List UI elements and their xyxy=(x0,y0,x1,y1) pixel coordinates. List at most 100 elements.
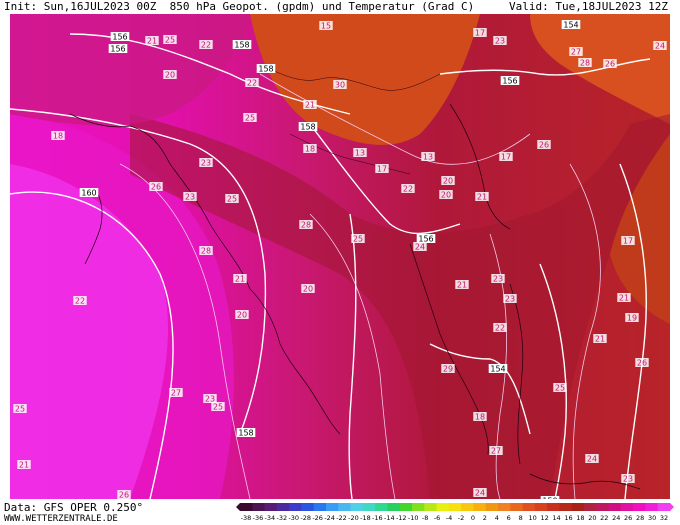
geopotential-label: 154 xyxy=(561,20,581,30)
temperature-label-text: 18 xyxy=(53,132,63,141)
temperature-label-text: 23 xyxy=(505,295,515,304)
temperature-label-text: 26 xyxy=(605,60,615,69)
colorbar-tick-label: -12 xyxy=(396,514,407,522)
temperature-label-text: 20 xyxy=(303,285,313,294)
header-bar: Init: Sun,16JUL2023 00Z 850 hPa Geopot. … xyxy=(0,0,680,14)
header-title-left: Init: Sun,16JUL2023 00Z 850 hPa Geopot. … xyxy=(4,0,474,14)
temperature-label: 22 xyxy=(401,184,415,194)
colorbar-tick-label: -18 xyxy=(360,514,371,522)
temperature-label: 27 xyxy=(489,446,503,456)
colorbar-segment xyxy=(485,503,499,511)
geopotential-label-text: 154 xyxy=(490,365,505,374)
colorbar-tick-label: -36 xyxy=(253,514,264,522)
temperature-label: 22 xyxy=(493,323,507,333)
colorbar-segment xyxy=(510,503,524,511)
geopotential-label-text: 156 xyxy=(110,45,125,54)
temperature-label-text: 24 xyxy=(655,42,665,51)
temperature-label-text: 24 xyxy=(415,243,425,252)
colorbar-segment xyxy=(424,503,438,511)
temperature-label: 21 xyxy=(617,293,631,303)
temperature-label: 27 xyxy=(169,388,183,398)
colorbar-tick-label: 2 xyxy=(483,514,487,522)
temperature-label: 26 xyxy=(603,59,617,69)
data-source: Data: GFS OPER 0.250° xyxy=(4,501,144,514)
temperature-label-text: 17 xyxy=(475,29,485,38)
temperature-label-text: 23 xyxy=(201,159,211,168)
temperature-label: 21 xyxy=(475,192,489,202)
colorbar-segment xyxy=(584,503,597,511)
colorbar-tick-label: 16 xyxy=(564,514,572,522)
geopotential-label-text: 158 xyxy=(300,123,315,132)
colorbar-arrow-right xyxy=(670,503,674,511)
temperature-label-text: 22 xyxy=(247,79,257,88)
colorbar-tick-label: 6 xyxy=(507,514,511,522)
geopotential-label-text: 156 xyxy=(112,33,127,42)
temperature-label: 26 xyxy=(117,490,131,499)
temperature-label: 29 xyxy=(441,364,455,374)
temperature-label-text: 22 xyxy=(403,185,413,194)
temperature-label: 23 xyxy=(491,274,505,284)
temperature-label-text: 17 xyxy=(377,165,387,174)
colorbar-tick-label: 32 xyxy=(660,514,668,522)
geopotential-label-text: 150 xyxy=(542,497,557,500)
colorbar-tick-label: -6 xyxy=(434,514,440,522)
temperature-label-text: 20 xyxy=(441,191,451,200)
init-time: Init: Sun,16JUL2023 00Z xyxy=(4,0,157,13)
colorbar-segment xyxy=(522,503,536,511)
temperature-label: 18 xyxy=(51,131,65,141)
colorbar-tick-label: -4 xyxy=(446,514,452,522)
temperature-label-text: 26 xyxy=(637,359,647,368)
temperature-label: 21 xyxy=(17,460,31,470)
weather-map-page: Init: Sun,16JUL2023 00Z 850 hPa Geopot. … xyxy=(0,0,680,525)
geopotential-label-text: 160 xyxy=(81,189,96,198)
colorbar-tick-label: 20 xyxy=(588,514,596,522)
geopotential-label: 158 xyxy=(236,428,256,438)
temperature-label-text: 21 xyxy=(595,335,605,344)
temperature-label-text: 21 xyxy=(235,275,245,284)
temperature-label-text: 20 xyxy=(443,177,453,186)
temperature-label: 24 xyxy=(585,454,599,464)
temperature-label: 22 xyxy=(245,78,259,88)
temperature-label-text: 30 xyxy=(335,81,345,90)
temperature-label: 21 xyxy=(233,274,247,284)
valid-time: Valid: Tue,18JUL2023 12Z xyxy=(509,0,668,13)
temperature-label: 21 xyxy=(593,334,607,344)
colorbar-segment xyxy=(301,503,315,511)
colorbar-tick-label: 10 xyxy=(528,514,536,522)
colorbar-segment xyxy=(412,503,425,511)
temperature-map: 15 17 23 25 22 21 18 20 27 28 26 24 30 25 17 13 20 22 21 28… xyxy=(10,14,670,499)
colorbar-segment xyxy=(387,503,401,511)
temperature-label-text: 22 xyxy=(201,41,211,50)
temperature-label: 20 xyxy=(235,310,249,320)
temperature-label-text: 22 xyxy=(495,324,505,333)
temperature-label-text: 18 xyxy=(475,413,485,422)
temperature-label: 17 xyxy=(499,152,513,162)
temperature-label: 25 xyxy=(163,35,177,45)
temperature-label-text: 23 xyxy=(495,37,505,46)
colorbar-segment xyxy=(645,503,659,511)
colorbar-tick-label: -16 xyxy=(372,514,383,522)
colorbar-tick-label: -38 xyxy=(241,514,252,522)
temperature-label: 25 xyxy=(553,383,567,393)
temperature-label: 28 xyxy=(578,58,592,68)
temperature-label-text: 28 xyxy=(301,221,311,230)
source-url: WWW.WETTERZENTRALE.DE xyxy=(4,514,118,524)
temperature-label-text: 25 xyxy=(15,405,25,414)
temperature-label-text: 15 xyxy=(321,22,331,31)
colorbar-segment xyxy=(498,503,511,511)
temperature-colorbar: -38 -36 -34 -32 -30 -28 -26 -24 -22 -20 -18 -16 -14-… xyxy=(236,503,674,522)
temperature-label: 26 xyxy=(149,182,163,192)
geopotential-label-text: 154 xyxy=(563,21,578,30)
geopotential-label-text: 158 xyxy=(234,41,249,50)
map-title: 850 hPa Geopot. (gpdm) und Temperatur (G… xyxy=(169,0,475,13)
colorbar-tick-label: -32 xyxy=(276,514,287,522)
temperature-label-text: 17 xyxy=(623,237,633,246)
temperature-label: 25 xyxy=(225,194,239,204)
temperature-label: 15 xyxy=(319,21,333,31)
temperature-label-text: 20 xyxy=(237,311,247,320)
temperature-label: 27 xyxy=(569,47,583,57)
colorbar-tick-label: -20 xyxy=(348,514,359,522)
colorbar-tick-label: 30 xyxy=(648,514,656,522)
temperature-label: 26 xyxy=(537,140,551,150)
geopotential-label-text: 158 xyxy=(238,429,253,438)
